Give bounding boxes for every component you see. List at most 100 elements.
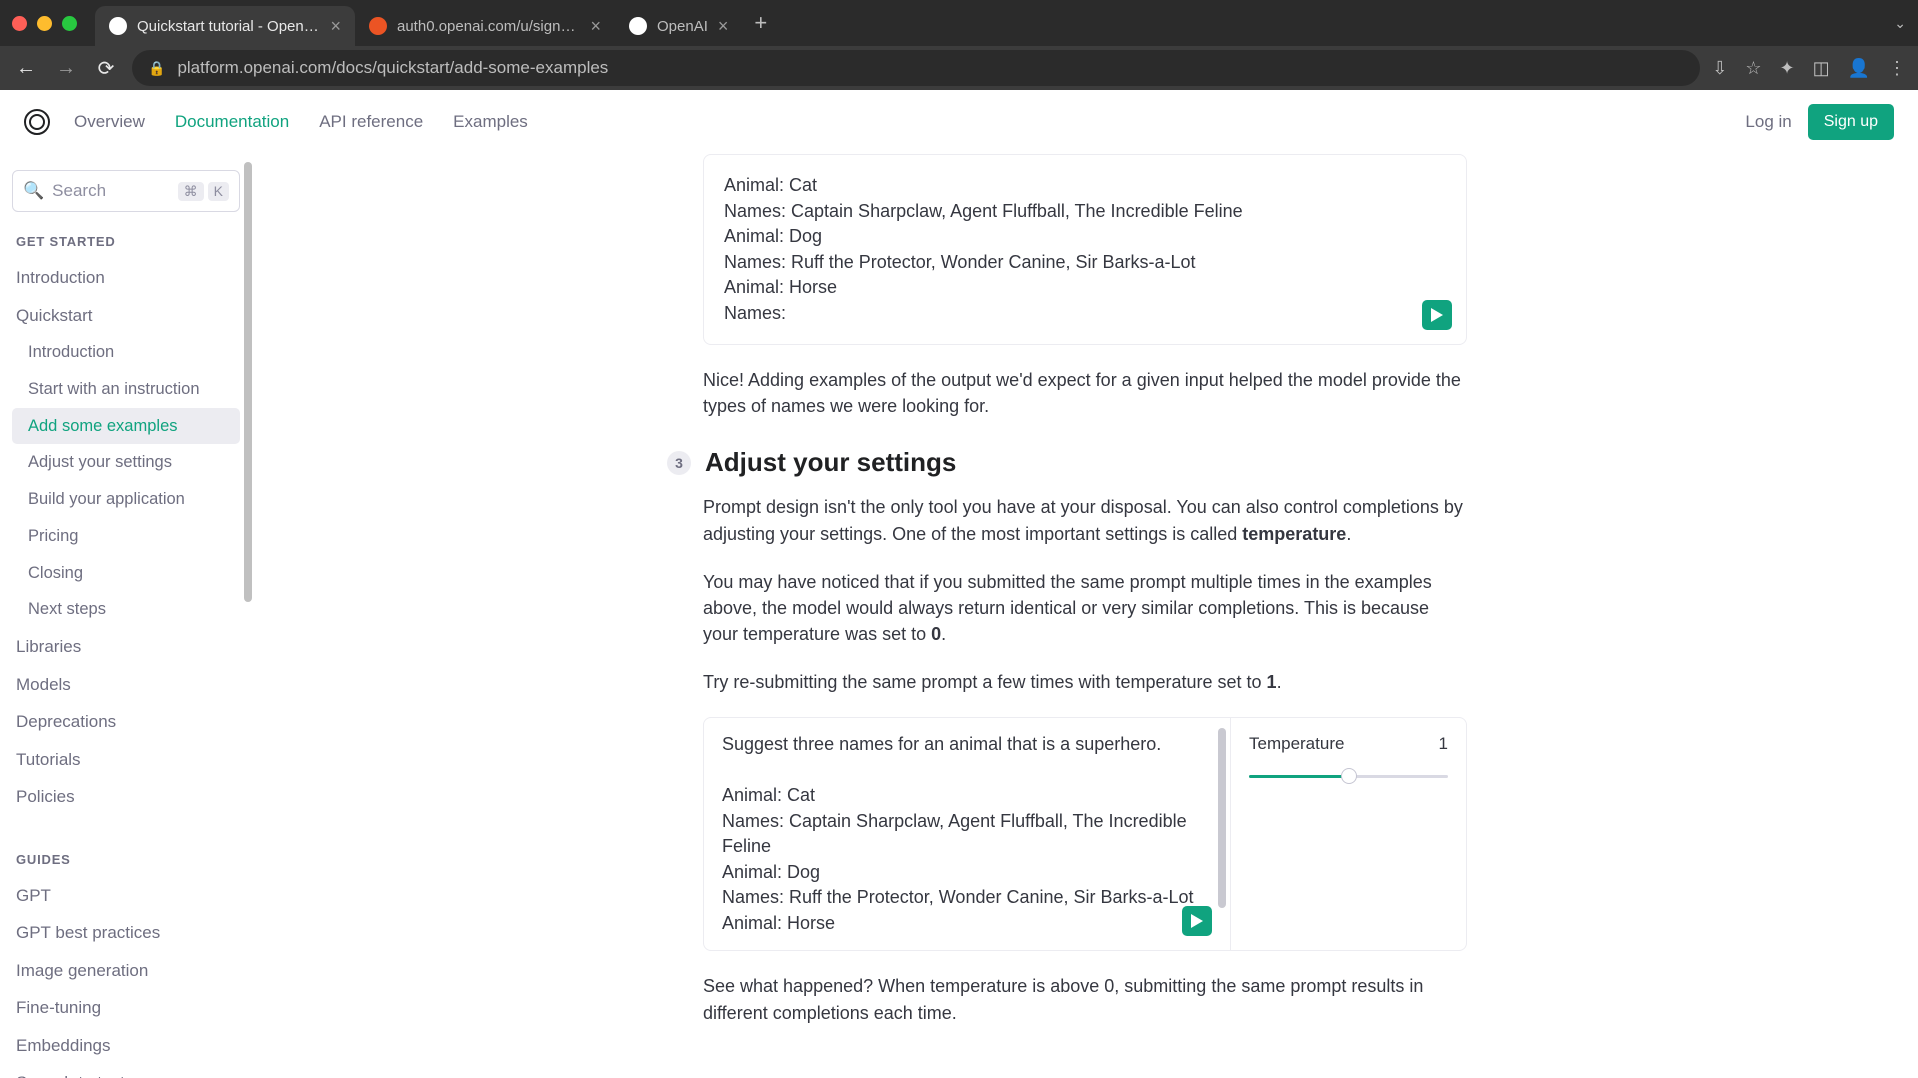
tab-title: auth0.openai.com/u/signup/id bbox=[397, 18, 580, 35]
close-icon[interactable]: × bbox=[718, 16, 729, 37]
sidebar-item-speech[interactable]: Speech to text bbox=[12, 1064, 240, 1078]
slider-thumb[interactable] bbox=[1341, 768, 1357, 784]
sidebar-item-embeddings[interactable]: Embeddings bbox=[12, 1027, 240, 1065]
paragraph-try: Try re-submitting the same prompt a few … bbox=[703, 669, 1467, 695]
nav-overview[interactable]: Overview bbox=[74, 112, 145, 132]
kbd-key: K bbox=[208, 182, 229, 201]
browser-tabs: Quickstart tutorial - OpenAI A × auth0.o… bbox=[95, 0, 1894, 46]
bookmark-icon[interactable]: ☆ bbox=[1745, 58, 1761, 79]
window-minimize-button[interactable] bbox=[37, 16, 52, 31]
nav-documentation[interactable]: Documentation bbox=[175, 112, 289, 132]
prompt-text[interactable]: Suggest three names for an animal that i… bbox=[704, 718, 1218, 950]
sidebar-item-qs-pricing[interactable]: Pricing bbox=[12, 518, 240, 555]
sidebar-item-deprecations[interactable]: Deprecations bbox=[12, 703, 240, 741]
address-bar[interactable]: 🔒 platform.openai.com/docs/quickstart/ad… bbox=[132, 50, 1700, 86]
install-icon[interactable]: ⇩ bbox=[1712, 58, 1727, 79]
sidebar-item-libraries[interactable]: Libraries bbox=[12, 628, 240, 666]
sidebar-item-qs-build[interactable]: Build your application bbox=[12, 481, 240, 518]
temperature-label: Temperature bbox=[1249, 734, 1344, 754]
close-icon[interactable]: × bbox=[590, 16, 601, 37]
sidebar-item-gpt-best[interactable]: GPT best practices bbox=[12, 914, 240, 952]
search-icon: 🔍 bbox=[23, 181, 44, 201]
article: Animal: Cat Names: Captain Sharpclaw, Ag… bbox=[681, 154, 1489, 1026]
temperature-slider[interactable] bbox=[1249, 768, 1448, 784]
back-button[interactable]: ← bbox=[12, 57, 40, 80]
prompt-text[interactable]: Animal: Cat Names: Captain Sharpclaw, Ag… bbox=[724, 173, 1446, 326]
prompt-panel: Suggest three names for an animal that i… bbox=[704, 718, 1230, 950]
step-badge: 3 bbox=[667, 451, 691, 475]
section-title-get-started: GET STARTED bbox=[16, 234, 236, 249]
browser-chrome: Quickstart tutorial - OpenAI A × auth0.o… bbox=[0, 0, 1918, 90]
browser-tab[interactable]: OpenAI × bbox=[615, 6, 742, 46]
sidebar-item-policies[interactable]: Policies bbox=[12, 778, 240, 816]
sidebar-item-qs-introduction[interactable]: Introduction bbox=[12, 334, 240, 371]
new-tab-button[interactable]: + bbox=[742, 10, 779, 36]
sidebar-item-image-gen[interactable]: Image generation bbox=[12, 952, 240, 990]
sidebar-item-quickstart[interactable]: Quickstart bbox=[12, 297, 240, 335]
tab-title: OpenAI bbox=[657, 18, 708, 35]
sidebar: 🔍 Search ⌘ K GET STARTED Introduction Qu… bbox=[0, 154, 252, 1078]
sidebar-scrollbar[interactable] bbox=[244, 162, 252, 1070]
sidebar-item-qs-start[interactable]: Start with an instruction bbox=[12, 371, 240, 408]
favicon-icon bbox=[369, 17, 387, 35]
browser-tab-active[interactable]: Quickstart tutorial - OpenAI A × bbox=[95, 6, 355, 46]
search-input[interactable]: 🔍 Search ⌘ K bbox=[12, 170, 240, 212]
text-span: You may have noticed that if you submitt… bbox=[703, 572, 1432, 644]
main-content: Animal: Cat Names: Captain Sharpclaw, Ag… bbox=[252, 154, 1918, 1078]
text-span: . bbox=[1277, 672, 1282, 692]
close-icon[interactable]: × bbox=[330, 16, 341, 37]
sidebar-item-gpt[interactable]: GPT bbox=[12, 877, 240, 915]
scrollbar-thumb[interactable] bbox=[244, 162, 252, 602]
play-icon bbox=[1191, 914, 1203, 928]
window-close-button[interactable] bbox=[12, 16, 27, 31]
app-header: Overview Documentation API reference Exa… bbox=[0, 90, 1918, 154]
titlebar: Quickstart tutorial - OpenAI A × auth0.o… bbox=[0, 0, 1918, 46]
sidebar-item-qs-adjust[interactable]: Adjust your settings bbox=[12, 444, 240, 481]
text-span: . bbox=[1346, 524, 1351, 544]
text-span: . bbox=[941, 624, 946, 644]
sidebar-item-qs-closing[interactable]: Closing bbox=[12, 555, 240, 592]
signup-button[interactable]: Sign up bbox=[1808, 104, 1894, 140]
favicon-icon bbox=[109, 17, 127, 35]
login-link[interactable]: Log in bbox=[1745, 112, 1791, 132]
search-placeholder: Search bbox=[52, 181, 106, 201]
run-button[interactable] bbox=[1422, 300, 1452, 330]
sidebar-item-tutorials[interactable]: Tutorials bbox=[12, 741, 240, 779]
sidebar-item-qs-add-examples[interactable]: Add some examples bbox=[12, 408, 240, 445]
heading-adjust-settings: Adjust your settings bbox=[705, 447, 956, 478]
sidebar-item-qs-next[interactable]: Next steps bbox=[12, 591, 240, 628]
example-prompt-card-2: Suggest three names for an animal that i… bbox=[703, 717, 1467, 951]
sidebar-item-introduction[interactable]: Introduction bbox=[12, 259, 240, 297]
sidepanel-icon[interactable]: ◫ bbox=[1813, 58, 1830, 79]
sidebar-item-fine-tuning[interactable]: Fine-tuning bbox=[12, 989, 240, 1027]
favicon-icon bbox=[629, 17, 647, 35]
url-text: platform.openai.com/docs/quickstart/add-… bbox=[177, 58, 608, 78]
nav-api-reference[interactable]: API reference bbox=[319, 112, 423, 132]
window-maximize-button[interactable] bbox=[62, 16, 77, 31]
nav-examples[interactable]: Examples bbox=[453, 112, 528, 132]
inner-scrollbar[interactable] bbox=[1218, 728, 1226, 940]
paragraph-see: See what happened? When temperature is a… bbox=[703, 973, 1467, 1025]
browser-tab[interactable]: auth0.openai.com/u/signup/id × bbox=[355, 6, 615, 46]
header-right: Log in Sign up bbox=[1745, 104, 1894, 140]
example-prompt-card-1: Animal: Cat Names: Captain Sharpclaw, Ag… bbox=[703, 154, 1467, 345]
bold-one: 1 bbox=[1267, 672, 1277, 692]
menu-icon[interactable]: ⋮ bbox=[1888, 58, 1906, 79]
scrollbar-thumb[interactable] bbox=[1218, 728, 1226, 908]
run-button[interactable] bbox=[1182, 906, 1212, 936]
sidebar-item-models[interactable]: Models bbox=[12, 666, 240, 704]
forward-button[interactable]: → bbox=[52, 57, 80, 80]
chevron-down-icon[interactable]: ⌄ bbox=[1894, 15, 1906, 32]
profile-icon[interactable]: 👤 bbox=[1848, 58, 1870, 79]
reload-button[interactable]: ⟳ bbox=[92, 56, 120, 81]
settings-panel: Temperature 1 bbox=[1230, 718, 1466, 950]
play-icon bbox=[1431, 308, 1443, 322]
bold-temperature: temperature bbox=[1242, 524, 1346, 544]
temperature-row: Temperature 1 bbox=[1249, 734, 1448, 754]
toolbar-right: ⇩ ☆ ✦ ◫ 👤 ⋮ bbox=[1712, 58, 1906, 79]
openai-logo-icon[interactable] bbox=[24, 109, 50, 135]
extensions-icon[interactable]: ✦ bbox=[1779, 58, 1794, 79]
kbd-mod: ⌘ bbox=[178, 182, 204, 201]
paragraph-prompt-design: Prompt design isn't the only tool you ha… bbox=[703, 494, 1467, 546]
browser-toolbar: ← → ⟳ 🔒 platform.openai.com/docs/quickst… bbox=[0, 46, 1918, 90]
